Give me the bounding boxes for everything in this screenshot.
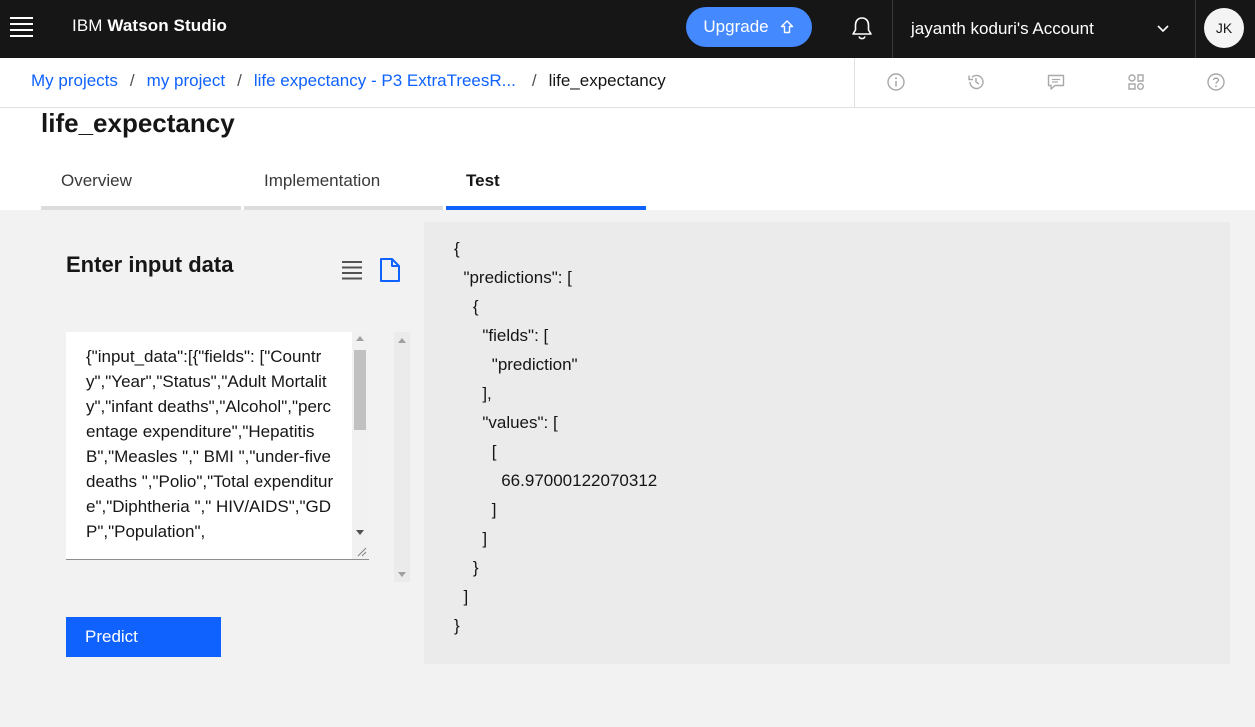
breadcrumb-current: life_expectancy	[548, 71, 666, 90]
tab-overview[interactable]: Overview	[41, 160, 241, 210]
panel-scrollbar[interactable]	[394, 332, 410, 582]
tab-test[interactable]: Test	[446, 160, 646, 210]
account-switcher[interactable]: jayanth koduri's Account	[893, 0, 1195, 58]
bell-icon[interactable]	[848, 14, 876, 42]
hamburger-icon[interactable]	[10, 17, 33, 37]
arrow-up-icon	[780, 20, 793, 34]
breadcrumb-experiment[interactable]: life expectancy - P3 ExtraTreesR...	[254, 71, 516, 91]
breadcrumb-my-project[interactable]: my project	[147, 71, 225, 91]
chevron-down-icon	[1157, 25, 1169, 33]
account-label: jayanth koduri's Account	[911, 19, 1094, 38]
breadcrumb-my-projects[interactable]: My projects	[31, 71, 118, 91]
breadcrumb-separator: /	[531, 71, 537, 90]
tab-implementation[interactable]: Implementation	[244, 160, 443, 210]
top-header: IBM Watson Studio Upgrade jayanth koduri…	[0, 0, 1255, 58]
list-icon[interactable]	[341, 259, 363, 281]
scroll-down-icon[interactable]	[356, 530, 364, 535]
breadcrumb-separator: /	[237, 71, 242, 90]
page-title: life_expectancy	[41, 108, 235, 138]
upgrade-button[interactable]: Upgrade	[686, 7, 812, 47]
predict-button[interactable]: Predict	[66, 617, 221, 657]
breadcrumb: My projects / my project / life expectan…	[31, 71, 666, 91]
scroll-down-icon[interactable]	[398, 572, 406, 577]
brand-name: Watson Studio	[107, 16, 228, 35]
breadcrumb-bar: My projects / my project / life expectan…	[0, 58, 1255, 108]
prediction-output: { "predictions": [ { "fields": [ "predic…	[424, 222, 1230, 664]
history-icon[interactable]	[966, 72, 986, 92]
input-data-value[interactable]: {"input_data":[{"fields": ["Country","Ye…	[86, 344, 334, 544]
textarea-scrollbar[interactable]	[352, 332, 369, 559]
scroll-up-icon[interactable]	[356, 336, 364, 341]
scrollbar-thumb[interactable]	[354, 350, 366, 430]
prediction-json: { "predictions": [ { "fields": [ "predic…	[454, 239, 658, 635]
help-icon[interactable]	[1206, 72, 1226, 92]
input-panel-title: Enter input data	[66, 252, 234, 277]
assets-icon[interactable]	[1126, 72, 1146, 92]
resize-grip-icon[interactable]	[355, 545, 367, 557]
page-header: life_expectancy Overview Implementation …	[0, 108, 1255, 210]
breadcrumb-toolbar	[854, 58, 1255, 108]
product-brand[interactable]: IBM Watson Studio	[72, 16, 227, 36]
file-icon[interactable]	[378, 257, 402, 283]
scroll-up-icon[interactable]	[398, 338, 406, 343]
avatar[interactable]: JK	[1204, 8, 1244, 48]
breadcrumb-separator: /	[129, 71, 135, 90]
input-data-textarea[interactable]: {"input_data":[{"fields": ["Country","Ye…	[66, 332, 369, 560]
info-icon[interactable]	[886, 72, 906, 92]
chat-icon[interactable]	[1046, 72, 1066, 92]
header-divider	[1195, 0, 1196, 58]
brand-prefix: IBM	[72, 16, 103, 35]
upgrade-label: Upgrade	[703, 17, 769, 36]
